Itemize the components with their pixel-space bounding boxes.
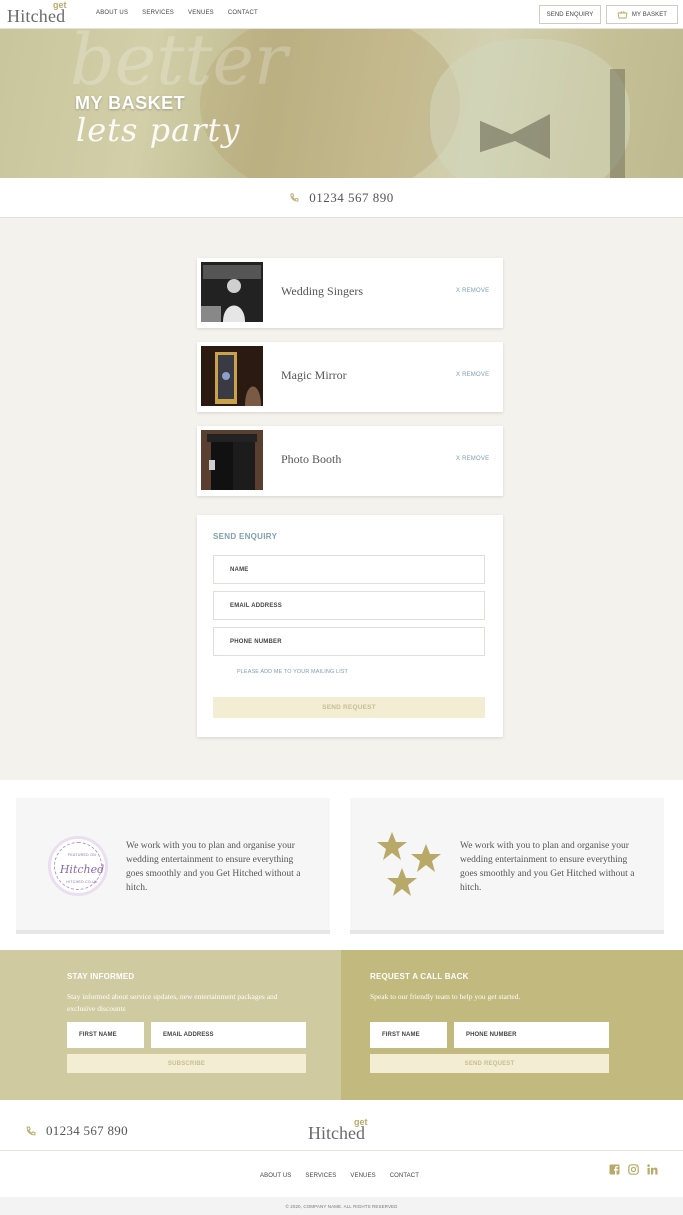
callback-desc: Speak to our friendly team to help you g… [370, 992, 521, 1001]
phone-placeholder: PHONE NUMBER [466, 1032, 517, 1038]
phone-input[interactable]: PHONE NUMBER [213, 627, 485, 656]
footer-nav-about-us[interactable]: ABOUT US [260, 1173, 291, 1179]
send-request-button[interactable]: SEND REQUEST [370, 1054, 609, 1073]
footer-divider [0, 1150, 683, 1151]
badge-word: Hitched [59, 863, 105, 876]
mailing-list-checkbox-label[interactable]: PLEASE ADD ME TO YOUR MAILING LIST [237, 669, 348, 675]
stay-informed-section: STAY INFORMED Stay informed about servic… [0, 950, 341, 1100]
logo-get: get [53, 0, 67, 10]
main-nav: ABOUT US SERVICES VENUES CONTACT [96, 10, 258, 16]
remove-button[interactable]: X REMOVE [456, 456, 489, 462]
nav-services[interactable]: SERVICES [142, 10, 174, 16]
first-name-input[interactable]: FIRST NAME [67, 1022, 144, 1048]
basket-item: Magic Mirror X REMOVE [197, 342, 503, 412]
feature-card: We work with you to plan and organise yo… [350, 798, 664, 934]
phone-placeholder: PHONE NUMBER [230, 638, 282, 645]
remove-button[interactable]: X REMOVE [456, 288, 489, 294]
wedding-singers-photo [201, 262, 263, 322]
magic-mirror-photo [201, 346, 263, 406]
basket-item: Photo Booth X REMOVE [197, 426, 503, 496]
stay-informed-title: STAY INFORMED [67, 972, 135, 981]
send-request-label: SEND REQUEST [322, 704, 376, 711]
my-basket-button[interactable]: MY BASKET [606, 5, 678, 24]
item-name: Wedding Singers [281, 284, 364, 298]
phone-number[interactable]: 01234 567 890 [309, 190, 394, 206]
first-name-placeholder: FIRST NAME [79, 1032, 117, 1038]
photo-booth-photo [201, 430, 263, 490]
feature-card: FEATURED ON Hitched HITCHED.CO.UK We wor… [16, 798, 330, 934]
send-enquiry-button[interactable]: SEND ENQUIRY [539, 5, 601, 24]
badge-top-text: FEATURED ON [67, 853, 97, 857]
name-placeholder: NAME [230, 566, 249, 573]
magic-mirror-thumbnail[interactable] [201, 346, 263, 406]
nav-contact[interactable]: CONTACT [228, 10, 258, 16]
callback-title: REQUEST A CALL BACK [370, 972, 469, 981]
feature-text: We work with you to plan and organise yo… [460, 841, 635, 893]
phone-icon [26, 1126, 36, 1135]
first-name-placeholder: FIRST NAME [382, 1032, 420, 1038]
remove-button[interactable]: X REMOVE [456, 372, 489, 378]
photo-booth-thumbnail[interactable] [201, 430, 263, 490]
footer-nav-contact[interactable]: CONTACT [390, 1173, 419, 1179]
hero-script-text: lets party [76, 111, 241, 149]
site-footer: 01234 567 890 Hitched get ABOUT US SERVI… [0, 1100, 683, 1215]
item-name: Photo Booth [281, 452, 342, 466]
site-header: Hitched get ABOUT US SERVICES VENUES CON… [0, 0, 683, 29]
footer-phone: 01234 567 890 [25, 1123, 128, 1139]
linkedin-icon[interactable] [647, 1164, 658, 1175]
features-section: FEATURED ON Hitched HITCHED.CO.UK We wor… [0, 780, 683, 950]
request-callback-section: REQUEST A CALL BACK Speak to our friendl… [341, 950, 683, 1100]
first-name-input[interactable]: FIRST NAME [370, 1022, 447, 1048]
send-enquiry-form: SEND ENQUIRY NAME EMAIL ADDRESS PHONE NU… [197, 515, 503, 737]
basket-item: Wedding Singers X REMOVE [197, 258, 503, 328]
footer-logo[interactable]: Hitched get [308, 1117, 378, 1144]
basket-icon [617, 10, 628, 18]
badge-ring: FEATURED ON Hitched HITCHED.CO.UK [54, 842, 104, 890]
copyright-text: © 2020, COMPANY NAME. ALL RIGHTS RESERVE… [285, 1203, 398, 1209]
copyright-bar: © 2020, COMPANY NAME. ALL RIGHTS RESERVE… [0, 1197, 683, 1215]
featured-on-hitched-badge: FEATURED ON Hitched HITCHED.CO.UK [48, 836, 108, 896]
footer-nav-venues[interactable]: VENUES [350, 1173, 375, 1179]
wedding-singers-thumbnail[interactable] [201, 262, 263, 322]
footer-phone-number[interactable]: 01234 567 890 [46, 1123, 128, 1139]
subscribe-button[interactable]: SUBSCRIBE [67, 1054, 306, 1073]
name-input[interactable]: NAME [213, 555, 485, 584]
send-request-button[interactable]: SEND REQUEST [213, 697, 485, 718]
my-basket-label: MY BASKET [631, 11, 668, 18]
footer-logo-get: get [354, 1117, 368, 1127]
feature-text: We work with you to plan and organise yo… [126, 841, 301, 893]
stars-icon [377, 832, 441, 896]
email-placeholder: EMAIL ADDRESS [163, 1032, 214, 1038]
phone-input[interactable]: PHONE NUMBER [454, 1022, 609, 1048]
phone-bar: 01234 567 890 [0, 178, 683, 218]
stay-informed-desc: Stay informed about service updates, new… [67, 992, 278, 1013]
email-placeholder: EMAIL ADDRESS [230, 602, 282, 609]
send-request-label: SEND REQUEST [464, 1060, 515, 1067]
hero-banner: better MY BASKET lets party [0, 29, 683, 178]
facebook-icon[interactable] [609, 1164, 620, 1175]
footer-nav: ABOUT US SERVICES VENUES CONTACT [260, 1173, 419, 1179]
hero-watermark: better [70, 29, 288, 101]
badge-bottom-text: HITCHED.CO.UK [66, 880, 98, 884]
subscribe-label: SUBSCRIBE [167, 1060, 206, 1067]
item-name: Magic Mirror [281, 368, 347, 382]
phone-icon [290, 193, 299, 201]
nav-about-us[interactable]: ABOUT US [96, 10, 128, 16]
form-title: SEND ENQUIRY [213, 532, 278, 541]
send-enquiry-label: SEND ENQUIRY [546, 11, 594, 18]
nav-venues[interactable]: VENUES [188, 10, 214, 16]
instagram-icon[interactable] [628, 1164, 639, 1175]
email-input[interactable]: EMAIL ADDRESS [151, 1022, 306, 1048]
email-input[interactable]: EMAIL ADDRESS [213, 591, 485, 620]
footer-nav-services[interactable]: SERVICES [305, 1173, 336, 1179]
site-logo[interactable]: Hitched get [7, 0, 77, 27]
